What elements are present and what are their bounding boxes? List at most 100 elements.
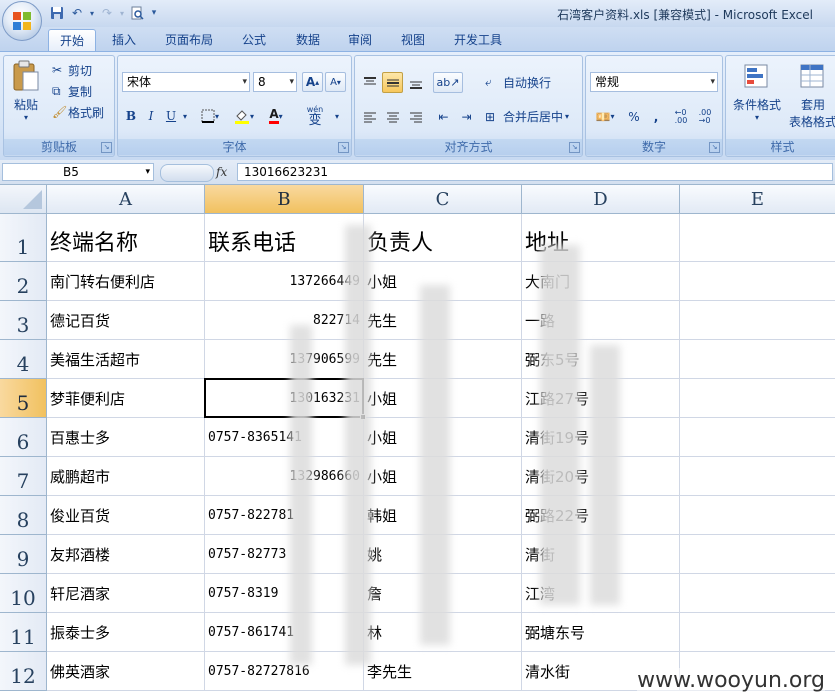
conditional-formatting-button[interactable]: 条件格式 ▾ [729,62,785,132]
name-box-dropdown-icon[interactable]: ▾ [145,164,150,180]
cell-a10[interactable]: 轩尼酒家 [47,574,205,613]
comma-button[interactable]: , [648,106,664,127]
cell-a7[interactable]: 威鹏超市 [47,457,205,496]
cell-d1[interactable]: 地址 [522,214,680,262]
cell-a5[interactable]: 梦菲便利店 [47,379,205,418]
cell-b10[interactable]: 0757-8319 [205,574,364,613]
cell-b2[interactable]: 137266449 [205,262,364,301]
tab-data[interactable]: 数据 [284,29,332,51]
phonetic-dropdown-icon[interactable]: ▾ [332,106,342,126]
tab-insert[interactable]: 插入 [100,29,148,51]
currency-button[interactable]: 💴 ▾ [590,106,620,127]
borders-button[interactable]: ▾ [198,106,222,126]
cell-a1[interactable]: 终端名称 [47,214,205,262]
cell-d3[interactable]: 一路 [522,301,680,340]
cell-c9[interactable]: 姚 [364,535,522,574]
underline-button[interactable]: U [162,106,180,126]
bold-button[interactable]: B [122,106,140,126]
wrap-text-button[interactable]: ⤶ 自动换行 [485,72,579,93]
align-left-button[interactable] [359,106,380,127]
row-header-6[interactable]: 6 [0,418,47,457]
formula-input[interactable]: 13016623231 [237,163,833,181]
tab-developer[interactable]: 开发工具 [444,29,512,51]
cell-e3[interactable] [680,301,835,340]
cut-button[interactable]: ✂ 剪切 [52,61,112,79]
cell-c2[interactable]: 小姐 [364,262,522,301]
cell-d5[interactable]: 江路27号 [522,379,680,418]
insert-function-button[interactable]: fx [216,163,236,181]
number-format-dropdown-icon[interactable]: ▾ [710,73,715,91]
column-header-d[interactable]: D [522,185,680,214]
alignment-launcher-icon[interactable]: ↘ [569,142,580,153]
increase-decimal-button[interactable]: ←0.00 [670,106,692,127]
cell-a9[interactable]: 友邦酒楼 [47,535,205,574]
cell-d9[interactable]: 清街 [522,535,680,574]
cell-e10[interactable] [680,574,835,613]
align-right-button[interactable] [405,106,426,127]
cell-b7[interactable]: 132986660 [205,457,364,496]
cell-c5[interactable]: 小姐 [364,379,522,418]
row-header-4[interactable]: 4 [0,340,47,379]
cell-e2[interactable] [680,262,835,301]
cell-b1[interactable]: 联系电话 [205,214,364,262]
increase-indent-button[interactable]: ⇥ [456,106,477,127]
decrease-indent-button[interactable]: ⇤ [433,106,454,127]
cell-c1[interactable]: 负责人 [364,214,522,262]
cell-e9[interactable] [680,535,835,574]
cell-b5[interactable]: 130163231 [205,379,364,418]
format-as-table-button[interactable]: 套用 表格格式 [788,62,835,132]
cell-a4[interactable]: 美福生活超市 [47,340,205,379]
cell-b6[interactable]: 0757-8365141 [205,418,364,457]
align-middle-button[interactable] [382,72,403,93]
cell-a12[interactable]: 佛英酒家 [47,652,205,691]
cell-b11[interactable]: 0757-861741 [205,613,364,652]
row-header-7[interactable]: 7 [0,457,47,496]
row-header-2[interactable]: 2 [0,262,47,301]
phonetic-guide-button[interactable]: wén 变 [298,100,332,130]
copy-button[interactable]: ⧉ 复制 [52,82,112,100]
column-header-b[interactable]: B [205,185,364,214]
merge-center-dropdown-icon[interactable]: ▾ [565,112,569,121]
cell-d10[interactable]: 江湾 [522,574,680,613]
format-painter-button[interactable]: 🖌 格式刷 [52,103,114,121]
cell-d8[interactable]: 弼路22号 [522,496,680,535]
cell-a6[interactable]: 百惠士多 [47,418,205,457]
row-header-1[interactable]: 1 [0,214,47,262]
cell-b12[interactable]: 0757-82727816 [205,652,364,691]
cell-e7[interactable] [680,457,835,496]
cell-c12[interactable]: 李先生 [364,652,522,691]
column-header-c[interactable]: C [364,185,522,214]
font-launcher-icon[interactable]: ↘ [338,142,349,153]
percent-button[interactable]: % [624,106,644,127]
cell-d6[interactable]: 清街19号 [522,418,680,457]
row-header-9[interactable]: 9 [0,535,47,574]
cell-d4[interactable]: 弼东5号 [522,340,680,379]
decrease-decimal-button[interactable]: .00 →0 [694,106,716,127]
cell-d2[interactable]: 大南门 [522,262,680,301]
column-header-a[interactable]: A [47,185,205,214]
merge-center-button[interactable]: ⊞ 合并后居中 ▾ [485,106,581,127]
paste-button[interactable]: 粘贴 ▾ [8,60,44,130]
align-bottom-button[interactable] [405,72,426,93]
column-header-e[interactable]: E [680,185,835,214]
number-format-combo[interactable]: 常规 ▾ [590,72,718,92]
tab-view[interactable]: 视图 [389,29,437,51]
cell-e5[interactable] [680,379,835,418]
cell-b8[interactable]: 0757-822781 [205,496,364,535]
cell-b9[interactable]: 0757-82773 [205,535,364,574]
cell-c10[interactable]: 詹 [364,574,522,613]
conditional-formatting-dropdown-icon[interactable]: ▾ [755,113,759,122]
tab-home[interactable]: 开始 [48,29,96,52]
select-all-corner[interactable] [0,185,47,214]
align-top-button[interactable] [359,72,380,93]
cell-a3[interactable]: 德记百货 [47,301,205,340]
cell-a11[interactable]: 振泰士多 [47,613,205,652]
tab-formulas[interactable]: 公式 [230,29,278,51]
cell-b4[interactable]: 137906599 [205,340,364,379]
fill-color-button[interactable]: ▾ [230,106,258,126]
font-color-button[interactable]: A ▾ [262,106,290,126]
clipboard-launcher-icon[interactable]: ↘ [101,142,112,153]
row-header-10[interactable]: 10 [0,574,47,613]
number-launcher-icon[interactable]: ↘ [709,142,720,153]
cell-c3[interactable]: 先生 [364,301,522,340]
